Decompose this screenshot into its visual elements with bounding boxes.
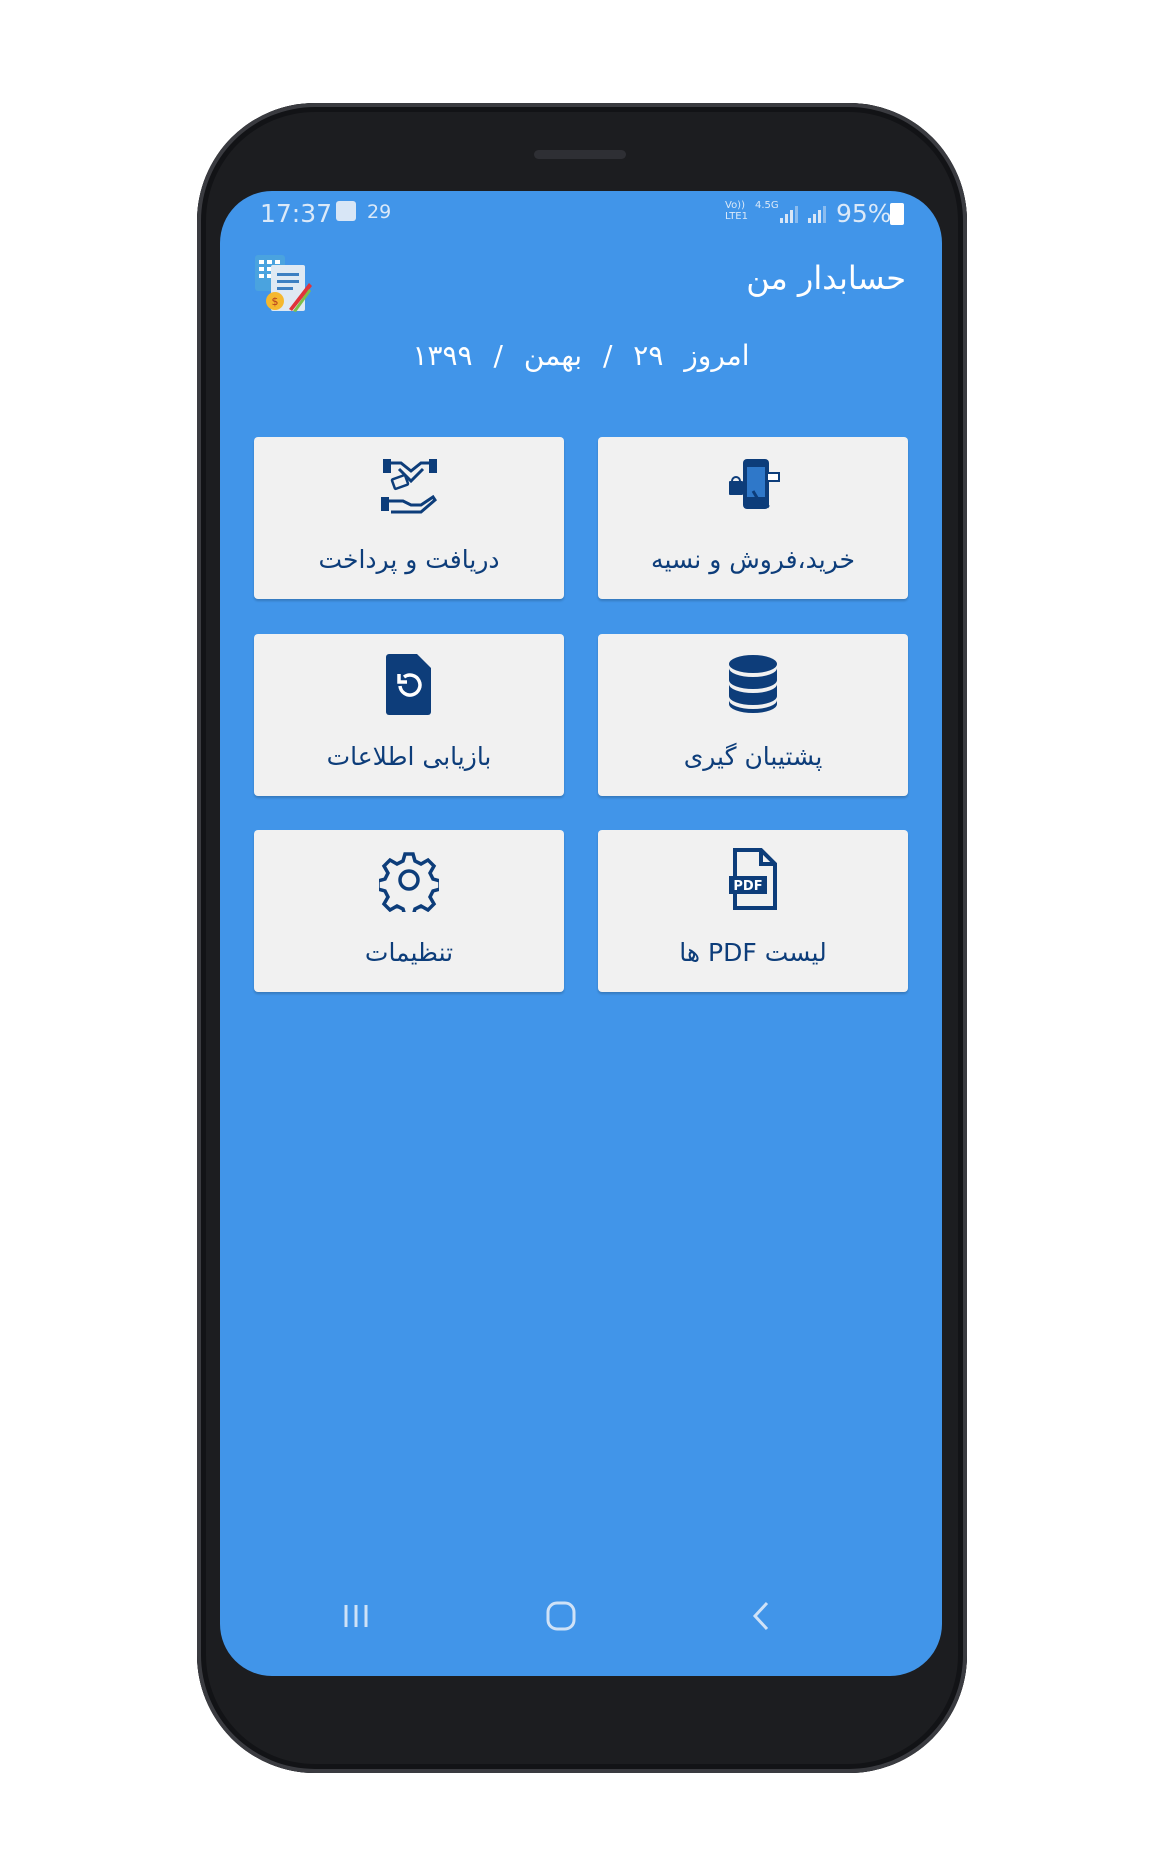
buy-sell-credit-label: خرید،فروش و نسیه: [651, 545, 855, 574]
notification-count: 29: [367, 201, 392, 223]
date-month: بهمن: [523, 339, 583, 372]
date-separator: /: [602, 339, 613, 372]
back-icon[interactable]: [731, 1586, 791, 1646]
network-volte-label: Vo)) LTE1: [725, 200, 748, 222]
navigation-bar: [220, 1586, 942, 1646]
recent-apps-icon[interactable]: [326, 1586, 386, 1646]
backup-button[interactable]: پشتیبان گیری: [598, 634, 908, 796]
gear-icon: [379, 852, 439, 912]
network-speed-label: 4.5G: [755, 200, 779, 211]
receive-pay-button[interactable]: دریافت و پرداخت: [254, 437, 564, 599]
battery-percent: 95%: [836, 199, 892, 228]
date-separator: /: [493, 339, 503, 372]
app-title: حسابدار من: [746, 259, 906, 297]
file-restore-icon: [386, 654, 431, 715]
app-screen: 17:37 29 Vo)) LTE1 4.5G 95% $ حسابدار من …: [220, 191, 942, 1676]
settings-label: تنظیمات: [364, 938, 454, 967]
home-icon[interactable]: [531, 1586, 591, 1646]
status-time: 17:37: [260, 199, 333, 228]
restore-data-button[interactable]: بازیابی اطلاعات: [254, 634, 564, 796]
restore-data-label: بازیابی اطلاعات: [326, 742, 492, 771]
shopping-phone-icon: [729, 459, 780, 509]
pdf-file-icon: PDF: [729, 848, 777, 910]
signal-strength-icon: [808, 203, 830, 223]
database-icon: [729, 655, 777, 713]
wifi-notification-icon: [336, 201, 356, 221]
status-bar: 17:37 29 Vo)) LTE1 4.5G 95%: [220, 191, 942, 241]
payment-handshake-icon: [381, 459, 437, 514]
accounting-app-icon[interactable]: $: [253, 253, 313, 315]
battery-icon: [890, 203, 904, 225]
date-year: ۱۳۹۹: [412, 339, 473, 372]
svg-text:$: $: [272, 295, 279, 308]
pdf-list-label: لیست PDF ها: [679, 938, 827, 967]
settings-button[interactable]: تنظیمات: [254, 830, 564, 992]
phone-speaker: [534, 150, 626, 159]
signal-strength-icon: [780, 203, 802, 223]
date-day: ۲۹: [633, 339, 664, 372]
svg-text:PDF: PDF: [733, 879, 762, 894]
buy-sell-credit-button[interactable]: خرید،فروش و نسیه: [598, 437, 908, 599]
pdf-list-button[interactable]: PDF لیست PDF ها: [598, 830, 908, 992]
today-date: امروز ۲۹ / بهمن / ۱۳۹۹: [220, 339, 942, 372]
receive-pay-label: دریافت و پرداخت: [318, 545, 500, 574]
date-prefix: امروز: [684, 339, 750, 372]
backup-label: پشتیبان گیری: [683, 742, 823, 771]
